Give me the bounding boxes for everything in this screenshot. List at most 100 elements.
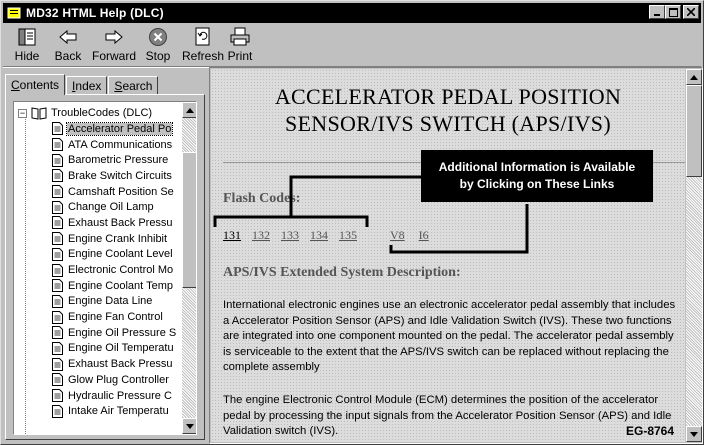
topic-scroll-up-button[interactable]	[686, 69, 702, 85]
document-icon	[52, 122, 63, 136]
topic-vertical-scrollbar[interactable]	[686, 69, 702, 442]
close-button[interactable]	[683, 5, 699, 19]
tree-topic-label: Engine Data Line	[68, 295, 153, 308]
tree-root-node[interactable]: − TroubleCodes (DLC)	[18, 105, 152, 121]
tree-scroll-down-button[interactable]	[182, 418, 196, 434]
back-button[interactable]: Back	[51, 25, 85, 65]
callout-line2: by Clicking on These Links	[459, 177, 615, 191]
stop-button[interactable]: Stop	[143, 25, 173, 65]
contents-tree[interactable]: − TroubleCodes (DLC) Accelerator Pedal P…	[13, 101, 197, 435]
info-callout: Additional Information is Available by C…	[421, 150, 653, 202]
topic-scroll-down-button[interactable]	[686, 426, 702, 442]
tree-topic-item[interactable]: Glow Plug Controller	[52, 372, 177, 388]
document-icon	[52, 373, 63, 387]
engine-variant-link[interactable]: I6	[419, 228, 429, 243]
toolbar: Hide Back Forward Stop Refresh Print	[3, 25, 701, 65]
tree-scroll-thumb[interactable]	[182, 152, 196, 288]
forward-button[interactable]: Forward	[91, 25, 137, 65]
callout-line1: Additional Information is Available	[438, 160, 636, 174]
tree-root-label: TroubleCodes (DLC)	[51, 107, 153, 119]
flash-code-link[interactable]: 132	[252, 228, 270, 243]
open-book-icon	[31, 107, 47, 120]
tree-topic-label: Exhaust Back Pressu	[68, 358, 173, 371]
tree-topic-item[interactable]: Engine Fan Control	[52, 309, 177, 325]
collapse-toggle[interactable]: −	[18, 108, 27, 118]
close-icon	[687, 8, 695, 16]
topic-scroll-thumb[interactable]	[686, 85, 702, 177]
title-bar[interactable]: MD32 HTML Help (DLC)	[3, 3, 701, 23]
tree-topic-item[interactable]: Electronic Control Mo	[52, 262, 177, 278]
flash-code-link[interactable]: 131	[223, 228, 241, 243]
tree-topic-item[interactable]: Engine Oil Temperatu	[52, 341, 177, 357]
document-icon	[52, 138, 63, 152]
tree-topic-item[interactable]: Barometric Pressure	[52, 152, 177, 168]
tree-topic-item[interactable]: ATA Communications	[52, 137, 177, 153]
print-button[interactable]: Print	[225, 25, 255, 65]
scroll-down-arrow-icon	[186, 423, 194, 429]
tree-topic-item[interactable]: Engine Coolant Temp	[52, 278, 177, 294]
help-window: MD32 HTML Help (DLC) Hide Back Forward S…	[0, 0, 704, 445]
minimize-button[interactable]	[649, 5, 665, 19]
engine-variant-links: V8 I6	[390, 228, 443, 243]
tab-contents[interactable]: Contents	[5, 74, 66, 95]
document-icon	[52, 185, 63, 199]
document-icon	[52, 263, 63, 277]
tree-topic-item[interactable]: Exhaust Back Pressu	[52, 215, 177, 231]
tree-topic-label: Engine Coolant Temp	[68, 279, 173, 292]
refresh-button[interactable]: Refresh	[181, 25, 225, 65]
document-icon	[52, 200, 63, 214]
tree-topic-item[interactable]: Hydraulic Pressure C	[52, 388, 177, 404]
refresh-label: Refresh	[181, 49, 225, 63]
tree-topic-item[interactable]: Engine Oil Pressure S	[52, 325, 177, 341]
document-icon	[52, 216, 63, 230]
tree-topic-label: Engine Fan Control	[68, 311, 163, 324]
stop-icon	[147, 27, 169, 47]
flash-code-link[interactable]: 133	[281, 228, 299, 243]
tree-topic-item[interactable]: Camshaft Position Se	[52, 184, 177, 200]
tab-search-label: earch	[122, 78, 153, 93]
forward-arrow-icon	[103, 27, 125, 47]
scroll-down-arrow-icon	[690, 431, 698, 437]
stop-label: Stop	[145, 49, 171, 63]
tree-topic-label: Accelerator Pedal Po	[65, 121, 174, 136]
document-icon	[52, 294, 63, 308]
tree-topic-item[interactable]: Intake Air Temperatu	[52, 403, 177, 419]
tree-topic-item[interactable]: Engine Crank Inhibit	[52, 231, 177, 247]
description-paragraph-2: The engine Electronic Control Module (EC…	[223, 394, 672, 437]
tab-index-label: ndex	[75, 78, 102, 93]
hide-icon	[16, 27, 38, 47]
tree-scroll-up-button[interactable]	[182, 102, 196, 118]
tree-topic-label: Engine Crank Inhibit	[68, 232, 168, 245]
tree-topic-label: Camshaft Position Se	[68, 185, 174, 198]
tree-topic-label: ATA Communications	[68, 138, 173, 151]
tree-topic-item[interactable]: Engine Coolant Level	[52, 247, 177, 263]
print-icon	[229, 27, 251, 47]
flash-code-link[interactable]: 135	[339, 228, 357, 243]
tree-vertical-scrollbar[interactable]	[182, 102, 196, 434]
tree-topic-item[interactable]: Brake Switch Circuits	[52, 168, 177, 184]
refresh-icon	[192, 27, 214, 47]
flash-code-links: 131 132 133 134 135	[223, 228, 368, 243]
tree-topic-label: Electronic Control Mo	[68, 264, 174, 277]
tree-topic-item[interactable]: Change Oil Lamp	[52, 199, 177, 215]
topic-pane: ACCELERATOR PEDAL POSITION SENSOR/IVS SW…	[209, 67, 703, 444]
tree-topic-label: Barometric Pressure	[68, 154, 169, 167]
tab-index[interactable]: Index	[66, 76, 108, 94]
scroll-up-arrow-icon	[186, 107, 194, 113]
hide-button[interactable]: Hide	[13, 25, 41, 65]
tree-topic-item[interactable]: Accelerator Pedal Po	[52, 121, 177, 137]
tree-topic-label: Exhaust Back Pressu	[68, 216, 173, 229]
tree-topic-item[interactable]: Engine Data Line	[52, 294, 177, 310]
document-icon	[52, 247, 63, 261]
engine-variant-link[interactable]: V8	[390, 228, 405, 243]
tree-topic-item[interactable]: Exhaust Back Pressu	[52, 356, 177, 372]
tree-topic-label: Brake Switch Circuits	[68, 169, 172, 182]
navigation-tabs: Contents Index Search	[5, 74, 159, 95]
document-icon	[52, 326, 63, 340]
maximize-button[interactable]	[665, 5, 681, 19]
tab-contents-mnemonic: C	[11, 78, 20, 92]
tab-search[interactable]: Search	[108, 76, 159, 94]
figure-id: EG-8764	[626, 424, 675, 438]
flash-code-link[interactable]: 134	[310, 228, 328, 243]
description-paragraph-1: International electronic engines use an …	[223, 299, 676, 373]
